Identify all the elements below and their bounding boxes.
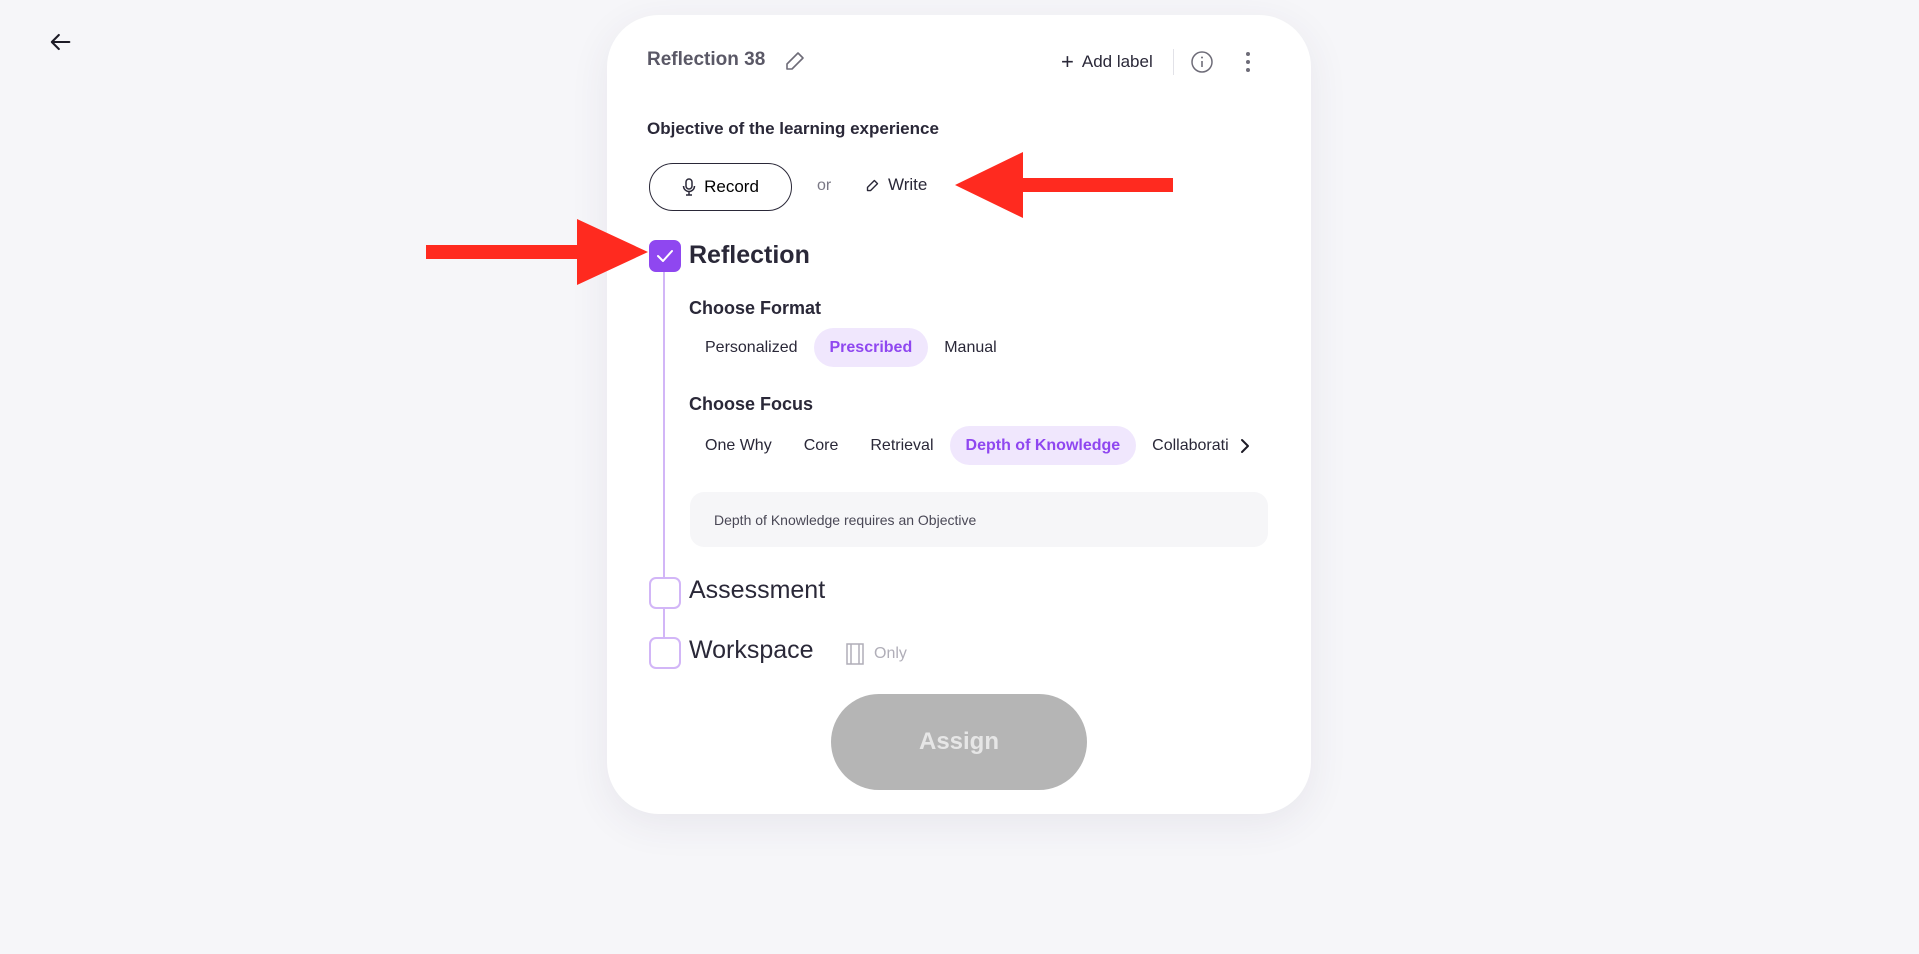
focus-option-collaboration[interactable]: Collaboration (1136, 426, 1229, 465)
only-label: Only (874, 645, 907, 662)
write-button[interactable]: Write (865, 175, 927, 195)
requirement-note: Depth of Knowledge requires an Objective (690, 492, 1268, 547)
device-icon (846, 643, 864, 665)
format-options: Personalized Prescribed Manual (689, 328, 1013, 367)
assignment-card: Reflection 38 + Add label Objective of t… (607, 15, 1311, 814)
pencil-icon[interactable] (783, 49, 807, 73)
divider (1173, 49, 1174, 75)
write-label: Write (888, 175, 928, 194)
focus-option-one-why[interactable]: One Why (689, 426, 788, 465)
focus-option-retrieval[interactable]: Retrieval (854, 426, 949, 465)
focus-options: One Why Core Retrieval Depth of Knowledg… (689, 426, 1229, 465)
objective-label: Objective of the learning experience (647, 119, 939, 138)
format-option-personalized[interactable]: Personalized (689, 328, 814, 367)
chevron-right-icon[interactable] (1235, 436, 1255, 456)
reflection-checkbox[interactable] (649, 240, 681, 272)
assessment-heading: Assessment (689, 576, 826, 604)
page-title: Reflection 38 (647, 49, 766, 70)
focus-option-depth-of-knowledge[interactable]: Depth of Knowledge (949, 426, 1137, 465)
format-option-prescribed[interactable]: Prescribed (813, 328, 929, 367)
pencil-icon (866, 179, 879, 191)
add-label-text: Add label (1081, 52, 1153, 71)
add-label-button[interactable]: + Add label (1061, 49, 1153, 75)
annotation-arrow-right-icon (426, 219, 648, 285)
info-icon[interactable] (1190, 50, 1214, 74)
assessment-checkbox[interactable] (649, 577, 681, 609)
record-label: Record (704, 177, 759, 196)
annotation-arrow-left-icon (955, 152, 1173, 218)
reflection-heading: Reflection (689, 241, 810, 269)
more-options-icon[interactable] (1243, 50, 1253, 74)
workspace-checkbox[interactable] (649, 637, 681, 669)
choose-format-heading: Choose Format (689, 298, 822, 318)
choose-focus-heading: Choose Focus (689, 394, 814, 414)
or-label: or (817, 177, 832, 194)
format-option-manual[interactable]: Manual (928, 328, 1012, 367)
check-icon (657, 250, 673, 262)
microphone-icon (682, 178, 696, 196)
plus-icon: + (1061, 49, 1074, 74)
focus-option-core[interactable]: Core (788, 426, 855, 465)
workspace-only-tag: Only (846, 643, 907, 665)
assign-button[interactable]: Assign (831, 694, 1087, 790)
record-button[interactable]: Record (649, 163, 792, 211)
workspace-heading: Workspace (689, 636, 814, 664)
back-arrow-icon[interactable] (46, 28, 74, 56)
